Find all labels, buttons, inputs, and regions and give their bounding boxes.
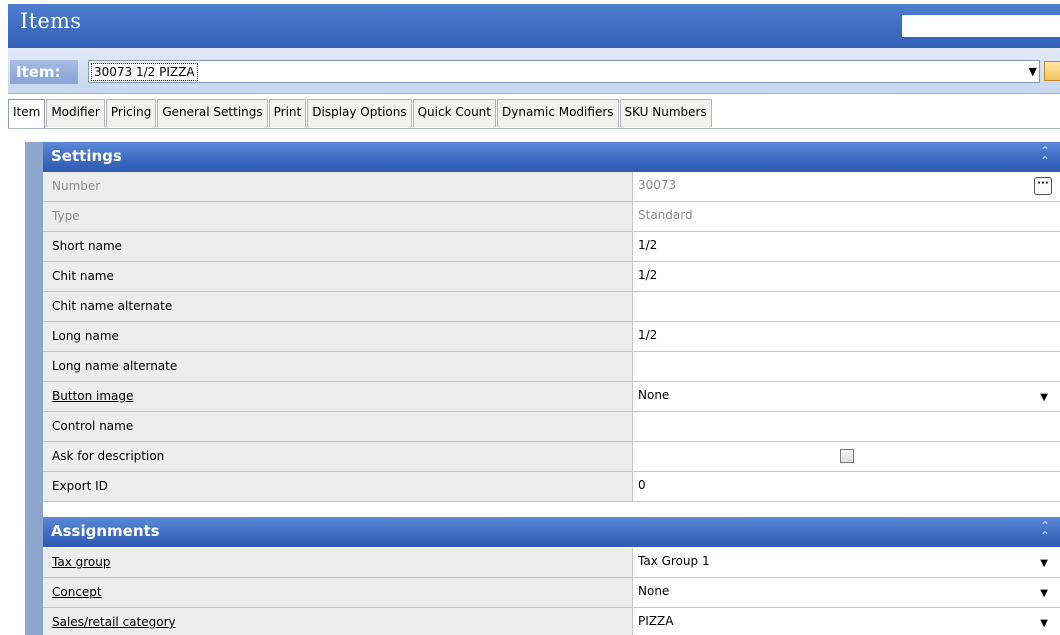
property-row-export-id[interactable]: Export ID 0 xyxy=(43,472,1060,502)
property-name-link[interactable]: Sales/retail category xyxy=(43,608,633,635)
chevron-down-icon[interactable]: ▼ xyxy=(1029,65,1037,78)
assignments-section-header[interactable]: Assignments ⌃ ⌃ xyxy=(43,517,1060,547)
property-value-input[interactable] xyxy=(634,292,1060,321)
property-name: Type xyxy=(43,202,633,231)
title-bar: Items xyxy=(8,4,1060,48)
settings-section-title: Settings xyxy=(51,147,122,165)
settings-section-header[interactable]: Settings ⌃ ⌃ xyxy=(43,142,1060,172)
property-row-ask-for-description[interactable]: Ask for description xyxy=(43,442,1060,472)
property-value xyxy=(634,442,1060,471)
item-selector-bar: Item: 30073 1/2 PIZZA ▼ xyxy=(8,48,1060,94)
tab-sku-numbers[interactable]: SKU Numbers xyxy=(619,99,712,127)
property-name: Chit name alternate xyxy=(43,292,633,321)
item-label: Item: xyxy=(10,60,78,84)
property-row-long-name-alternate[interactable]: Long name alternate xyxy=(43,352,1060,382)
property-name: Control name xyxy=(43,412,633,441)
property-value: Standard xyxy=(634,202,1060,231)
property-value: 30073 xyxy=(634,172,1060,201)
tab-print[interactable]: Print xyxy=(268,99,307,127)
property-row-sales-retail-category[interactable]: Sales/retail category PIZZA ▼ xyxy=(43,608,1060,635)
property-name: Export ID xyxy=(43,472,633,501)
property-row-control-name[interactable]: Control name xyxy=(43,412,1060,442)
property-row-tax-group[interactable]: Tax group Tax Group 1 ▼ xyxy=(43,548,1060,578)
property-grid: Settings ⌃ ⌃ Number 30073 ··· Type Standa… xyxy=(25,142,1060,635)
property-name: Ask for description xyxy=(43,442,633,471)
ellipsis-icon[interactable]: ··· xyxy=(1034,177,1052,195)
ask-for-description-checkbox[interactable] xyxy=(840,449,854,463)
tab-pricing[interactable]: Pricing xyxy=(105,99,157,127)
tab-strip: Item Modifier Pricing General Settings P… xyxy=(8,99,713,129)
property-value-input[interactable] xyxy=(634,412,1060,441)
property-value-select[interactable]: None xyxy=(634,382,1060,411)
property-value-select[interactable]: None xyxy=(634,578,1060,607)
chevron-down-icon[interactable]: ▼ xyxy=(1040,618,1048,629)
property-value-select[interactable]: Tax Group 1 xyxy=(634,548,1060,577)
double-chevron-up-icon[interactable]: ⌃ ⌃ xyxy=(1040,145,1050,167)
assignments-section-title: Assignments xyxy=(51,522,160,540)
grid-gutter xyxy=(25,142,43,635)
property-name: Chit name xyxy=(43,262,633,291)
tab-general-settings[interactable]: General Settings xyxy=(157,99,268,127)
item-combobox-value: 30073 1/2 PIZZA xyxy=(91,63,198,81)
property-name: Short name xyxy=(43,232,633,261)
property-row-long-name[interactable]: Long name 1/2 xyxy=(43,322,1060,352)
property-row-type[interactable]: Type Standard xyxy=(43,202,1060,232)
property-row-chit-name-alternate[interactable]: Chit name alternate xyxy=(43,292,1060,322)
tab-item[interactable]: Item xyxy=(8,99,46,129)
property-name: Long name alternate xyxy=(43,352,633,381)
property-row-chit-name[interactable]: Chit name 1/2 xyxy=(43,262,1060,292)
grid-icon[interactable] xyxy=(1044,61,1060,81)
property-value-select[interactable]: PIZZA xyxy=(634,608,1060,635)
property-name-link[interactable]: Tax group xyxy=(43,548,633,577)
chevron-down-icon[interactable]: ▼ xyxy=(1040,558,1048,569)
property-row-short-name[interactable]: Short name 1/2 xyxy=(43,232,1060,262)
property-value-input[interactable]: 0 xyxy=(634,472,1060,501)
property-value-input[interactable]: 1/2 xyxy=(634,262,1060,291)
tab-dynamic-modifiers[interactable]: Dynamic Modifiers xyxy=(497,99,619,127)
double-chevron-up-icon[interactable]: ⌃ ⌃ xyxy=(1040,520,1050,542)
property-row-concept[interactable]: Concept None ▼ xyxy=(43,578,1060,608)
property-row-button-image[interactable]: Button image None ▼ xyxy=(43,382,1060,412)
window-title: Items xyxy=(20,9,82,33)
property-value-input[interactable] xyxy=(634,352,1060,381)
chevron-down-icon[interactable]: ▼ xyxy=(1040,588,1048,599)
tab-quick-count[interactable]: Quick Count xyxy=(412,99,496,127)
property-value-input[interactable]: 1/2 xyxy=(634,232,1060,261)
tab-divider xyxy=(8,128,1060,129)
title-search-box[interactable] xyxy=(902,15,1060,37)
tab-modifier[interactable]: Modifier xyxy=(46,99,105,127)
items-window: Items Item: 30073 1/2 PIZZA ▼ Item Modif… xyxy=(8,4,1060,635)
property-name-link[interactable]: Button image xyxy=(43,382,633,411)
tab-display-options[interactable]: Display Options xyxy=(307,99,412,127)
property-value-input[interactable]: 1/2 xyxy=(634,322,1060,351)
property-name: Long name xyxy=(43,322,633,351)
property-row-number[interactable]: Number 30073 ··· xyxy=(43,172,1060,202)
property-name: Number xyxy=(43,172,633,201)
chevron-down-icon[interactable]: ▼ xyxy=(1040,392,1048,403)
item-combobox[interactable]: 30073 1/2 PIZZA ▼ xyxy=(88,60,1040,83)
property-name-link[interactable]: Concept xyxy=(43,578,633,607)
